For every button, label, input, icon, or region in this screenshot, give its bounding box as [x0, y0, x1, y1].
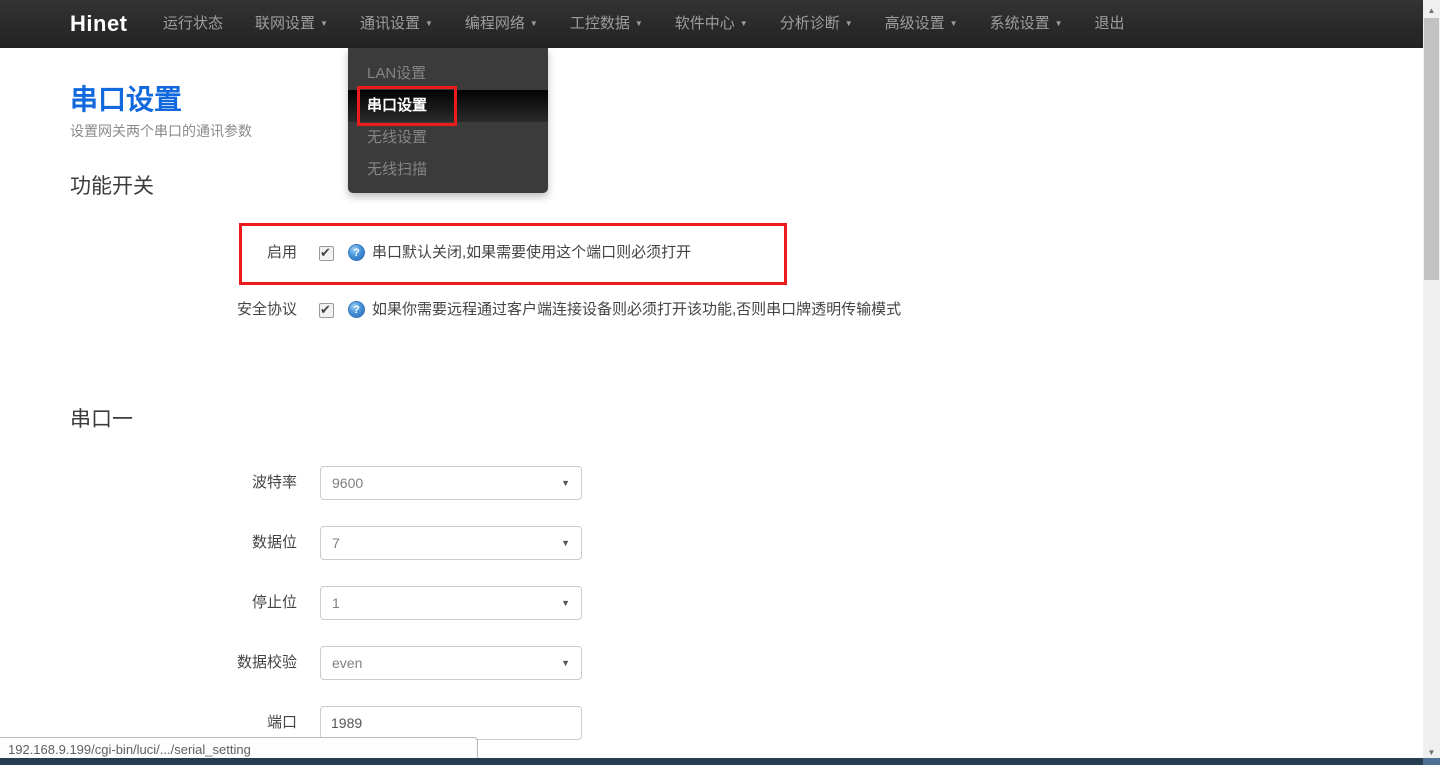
enable-row: 启用 ✔ ? 串口默认关闭,如果需要使用这个端口则必须打开 [0, 236, 1100, 270]
dropdown-item-wireless-settings[interactable]: 无线设置 [348, 122, 548, 154]
secure-protocol-help-text: 如果你需要远程通过客户端连接设备则必须打开该功能,否则串口牌透明传输模式 [372, 301, 902, 318]
stop-bits-row: 停止位 1 ▼ [0, 586, 900, 620]
dropdown-arrow-icon: ▼ [561, 658, 570, 668]
check-icon: ✔ [320, 302, 331, 317]
caret-down-icon: ▼ [949, 19, 958, 28]
nav-item-logout[interactable]: 退出 [1079, 0, 1141, 48]
scroll-down-icon: ▼ [1427, 748, 1436, 757]
dropdown-arrow-icon: ▼ [561, 598, 570, 608]
caret-down-icon: ▼ [424, 19, 433, 28]
data-bits-row: 数据位 7 ▼ [0, 526, 900, 560]
nav-item-network-settings[interactable]: 联网设置 ▼ [239, 0, 344, 48]
nav-item-system-settings[interactable]: 系统设置 ▼ [974, 0, 1079, 48]
check-icon: ✔ [320, 245, 331, 260]
caret-down-icon: ▼ [844, 19, 853, 28]
secure-protocol-label: 安全协议 [236, 301, 297, 318]
data-bits-value: 7 [332, 535, 340, 551]
secure-protocol-checkbox[interactable]: ✔ [319, 302, 334, 318]
data-bits-select[interactable]: 7 ▼ [320, 526, 582, 560]
dropdown-arrow-icon: ▼ [561, 538, 570, 548]
port-input[interactable] [320, 706, 582, 740]
top-navbar: Hinet 运行状态 联网设置 ▼ 通讯设置 ▼ 编程网络 ▼ 工控数据 ▼ 软件中心 ▼… [0, 0, 1423, 48]
help-icon: ? [348, 301, 365, 318]
nav-item-industrial-data[interactable]: 工控数据 ▼ [554, 0, 659, 48]
scroll-up-button[interactable]: ▲ [1423, 0, 1440, 17]
dropdown-item-lan-settings[interactable]: LAN设置 [348, 58, 548, 90]
baud-rate-value: 9600 [332, 475, 364, 491]
stop-bits-select[interactable]: 1 ▼ [320, 586, 582, 620]
nav-item-analysis-diagnosis[interactable]: 分析诊断 ▼ [764, 0, 869, 48]
help-icon: ? [348, 244, 365, 261]
nav-item-software-center[interactable]: 软件中心 ▼ [659, 0, 764, 48]
stop-bits-value: 1 [332, 595, 340, 611]
parity-label: 数据校验 [236, 654, 297, 671]
port-label: 端口 [266, 714, 297, 731]
caret-down-icon: ▼ [529, 19, 538, 28]
comm-settings-dropdown-menu: LAN设置 串口设置 无线设置 无线扫描 [348, 48, 548, 193]
parity-row: 数据校验 even ▼ [0, 646, 900, 680]
baud-rate-row: 波特率 9600 ▼ [0, 466, 900, 500]
parity-select[interactable]: even ▼ [320, 646, 582, 680]
page-subtitle: 设置网关两个串口的通讯参数 [70, 123, 252, 139]
brand-logo[interactable]: Hinet [70, 0, 128, 48]
dropdown-item-wireless-scan[interactable]: 无线扫描 [348, 154, 548, 186]
dropdown-arrow-icon: ▼ [561, 478, 570, 488]
vertical-scrollbar[interactable]: ▲ ▼ [1423, 0, 1440, 759]
nav-item-comm-settings[interactable]: 通讯设置 ▼ [344, 0, 449, 48]
scroll-down-button[interactable]: ▼ [1423, 742, 1440, 759]
bottom-edge-strip [0, 758, 1440, 765]
caret-down-icon: ▼ [634, 19, 643, 28]
stop-bits-label: 停止位 [251, 594, 297, 611]
dropdown-item-serial-settings[interactable]: 串口设置 [348, 90, 548, 122]
nav-item-advanced-settings[interactable]: 高级设置 ▼ [869, 0, 974, 48]
baud-rate-select[interactable]: 9600 ▼ [320, 466, 582, 500]
screen: Hinet 运行状态 联网设置 ▼ 通讯设置 ▼ 编程网络 ▼ 工控数据 ▼ 软件中心 ▼… [0, 0, 1440, 765]
scroll-up-icon: ▲ [1427, 6, 1436, 15]
bottom-edge-strip-right [1423, 758, 1440, 765]
section-heading-function-switch: 功能开关 [70, 175, 154, 198]
parity-value: even [332, 655, 363, 671]
main-nav: 运行状态 联网设置 ▼ 通讯设置 ▼ 编程网络 ▼ 工控数据 ▼ 软件中心 ▼ 分析诊断 ▼… [147, 0, 1141, 48]
nav-item-running-status[interactable]: 运行状态 [147, 0, 239, 48]
enable-label: 启用 [266, 244, 297, 261]
data-bits-label: 数据位 [251, 534, 297, 551]
section-heading-serial-one: 串口一 [70, 408, 133, 431]
enable-help-text: 串口默认关闭,如果需要使用这个端口则必须打开 [372, 244, 692, 261]
caret-down-icon: ▼ [320, 19, 328, 28]
page-title: 串口设置 [70, 84, 183, 115]
enable-checkbox[interactable]: ✔ [319, 245, 334, 261]
caret-down-icon: ▼ [1054, 19, 1063, 28]
scrollbar-thumb[interactable] [1424, 18, 1439, 280]
caret-down-icon: ▼ [739, 19, 748, 28]
secure-protocol-row: 安全协议 ✔ ? 如果你需要远程通过客户端连接设备则必须打开该功能,否则串口牌透… [0, 293, 1100, 327]
baud-rate-label: 波特率 [251, 474, 297, 491]
nav-item-programming-network[interactable]: 编程网络 ▼ [449, 0, 554, 48]
port-row: 端口 [0, 706, 900, 740]
